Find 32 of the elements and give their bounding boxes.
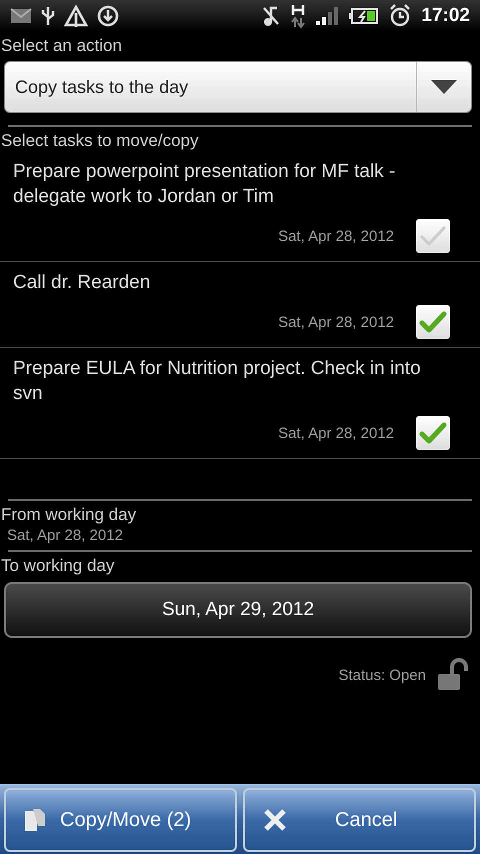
tasks-label: Select tasks to move/copy: [0, 131, 200, 151]
action-label: Select an action: [0, 36, 123, 56]
task-checkbox[interactable]: [416, 219, 450, 253]
status-text: Status: Open: [338, 666, 426, 684]
download-icon: [96, 4, 120, 28]
battery-icon: [349, 7, 380, 25]
mail-icon: [10, 8, 32, 24]
task-date: Sat, Apr 28, 2012: [278, 424, 394, 442]
usb-icon: [40, 5, 56, 27]
from-day-label: From working day: [0, 505, 138, 525]
date-button[interactable]: Sun, Apr 29, 2012: [4, 582, 472, 638]
dropdown-arrow-icon: [431, 80, 457, 94]
signal-icon: [315, 6, 340, 26]
documents-icon: [24, 808, 46, 832]
alarm-icon: [389, 4, 412, 28]
action-dropdown[interactable]: Copy tasks to the day: [4, 61, 472, 113]
close-icon: [263, 808, 287, 832]
task-checkbox[interactable]: [416, 305, 450, 339]
cancel-button[interactable]: Cancel: [243, 788, 476, 852]
clock-time: 17:02: [421, 5, 470, 27]
network-type-icon: [291, 3, 306, 29]
task-title: Prepare powerpoint presentation for MF talk - delegate work to Jordan or Tim: [13, 160, 396, 209]
task-checkbox[interactable]: [416, 416, 450, 450]
copy-move-button[interactable]: Copy/Move (2): [4, 788, 237, 852]
task-title: Prepare EULA for Nutrition project. Check in into svn: [13, 357, 422, 406]
muted-note-icon: [261, 5, 282, 27]
task-date: Sat, Apr 28, 2012: [278, 228, 394, 244]
task-date: Sat, Apr 28, 2012: [278, 314, 394, 330]
warning-icon: [64, 5, 88, 27]
to-day-label: To working day: [0, 556, 116, 576]
from-day-value: Sat, Apr 28, 2012: [6, 527, 124, 544]
task-title: Call dr. Rearden: [13, 271, 152, 295]
